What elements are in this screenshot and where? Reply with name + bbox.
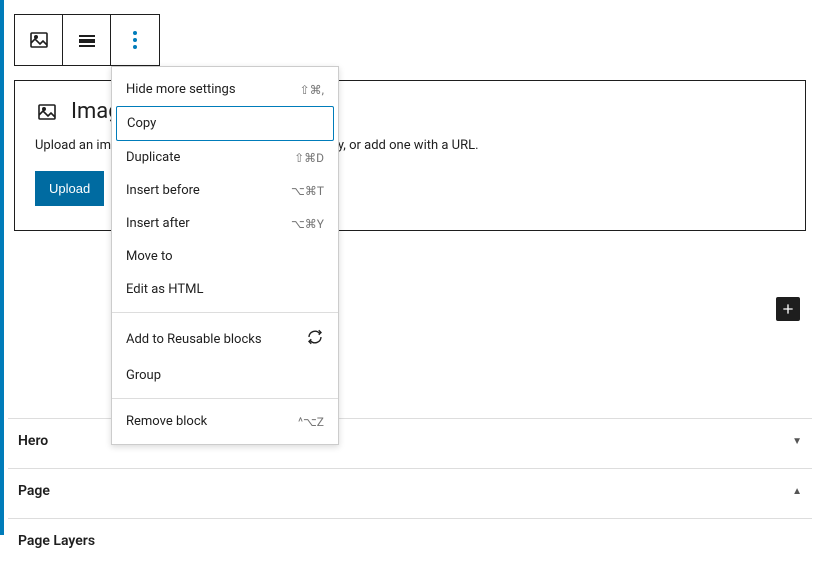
menu-label: Move to <box>126 249 173 264</box>
menu-shortcut: ⌥⌘Y <box>291 217 324 231</box>
image-icon <box>27 28 51 52</box>
upload-button[interactable]: Upload <box>35 171 104 206</box>
menu-item-remove-block[interactable]: Remove block ^⌥Z <box>112 405 338 438</box>
kebab-icon <box>133 30 137 50</box>
menu-shortcut: ⇧⌘D <box>294 151 324 165</box>
align-button[interactable] <box>63 15 111 65</box>
menu-item-move-to[interactable]: Move to <box>112 240 338 273</box>
accordion-label: Hero <box>18 433 48 449</box>
menu-item-group[interactable]: Group <box>112 359 338 392</box>
menu-label: Remove block <box>126 414 207 429</box>
menu-shortcut: ⇧⌘, <box>300 83 324 97</box>
menu-label: Insert before <box>126 183 200 198</box>
accordion-page[interactable]: Page ▲ <box>8 468 812 513</box>
block-options-menu: Hide more settings ⇧⌘, Copy Duplicate ⇧⌘… <box>111 66 339 445</box>
image-icon <box>35 100 59 124</box>
menu-item-edit-html[interactable]: Edit as HTML <box>112 273 338 306</box>
menu-shortcut: ⌥⌘T <box>291 184 324 198</box>
accordion-page-layers[interactable]: Page Layers <box>8 518 812 563</box>
accordion-label: Page Layers <box>18 533 95 549</box>
menu-label: Hide more settings <box>126 82 236 97</box>
more-options-button[interactable] <box>111 15 159 65</box>
block-toolbar <box>14 14 160 66</box>
menu-item-insert-after[interactable]: Insert after ⌥⌘Y <box>112 207 338 240</box>
menu-item-hide-settings[interactable]: Hide more settings ⇧⌘, <box>112 73 338 106</box>
plus-icon <box>780 301 796 317</box>
menu-group-1: Hide more settings ⇧⌘, Copy Duplicate ⇧⌘… <box>112 67 338 313</box>
menu-label: Copy <box>127 116 156 131</box>
menu-item-copy[interactable]: Copy <box>116 106 334 141</box>
chevron-up-icon: ▲ <box>792 486 802 497</box>
menu-label: Insert after <box>126 216 190 231</box>
menu-group-2: Add to Reusable blocks Group <box>112 313 338 399</box>
align-icon <box>75 28 99 52</box>
reusable-icon <box>306 328 324 350</box>
accordion-label: Page <box>18 483 50 499</box>
block-type-button[interactable] <box>15 15 63 65</box>
menu-group-3: Remove block ^⌥Z <box>112 399 338 444</box>
menu-label: Duplicate <box>126 150 180 165</box>
menu-label: Add to Reusable blocks <box>126 332 262 347</box>
add-block-button[interactable] <box>776 297 800 321</box>
menu-item-insert-before[interactable]: Insert before ⌥⌘T <box>112 174 338 207</box>
menu-item-reusable[interactable]: Add to Reusable blocks <box>112 319 338 359</box>
menu-label: Edit as HTML <box>126 282 203 297</box>
menu-shortcut: ^⌥Z <box>298 415 324 429</box>
chevron-down-icon: ▼ <box>792 436 802 447</box>
selection-edge <box>0 0 4 535</box>
menu-item-duplicate[interactable]: Duplicate ⇧⌘D <box>112 141 338 174</box>
menu-label: Group <box>126 368 161 383</box>
